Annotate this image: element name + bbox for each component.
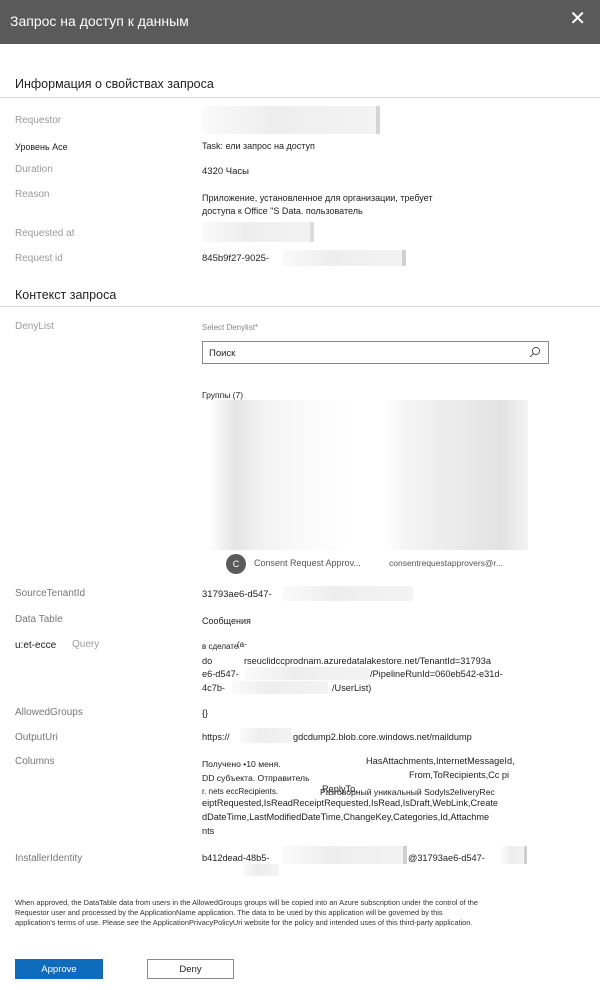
- query-line3b: /PipelineRunId=060eb542-e31d-: [370, 669, 503, 679]
- denylist-label: DenyList: [15, 321, 54, 332]
- installer-redacted: [502, 846, 524, 864]
- group-name: Consent Request Approv...: [254, 558, 361, 568]
- source-tenant-label: SourceTenantId: [15, 588, 86, 599]
- query-line1a: в сделате: [202, 642, 239, 651]
- group-email: consentrequestapprovers@r...: [389, 558, 503, 568]
- duration-value: 4320 Часы: [202, 166, 249, 177]
- request-id-redacted: [282, 250, 404, 266]
- query-label-b: Query: [72, 639, 100, 650]
- query-redacted: [232, 681, 328, 694]
- installer-identity-label: InstallerIdentity: [15, 853, 83, 864]
- installer-value-b: @31793ae6-d547-: [408, 853, 485, 863]
- approval-disclaimer: When approved, the DataTable data from u…: [15, 898, 479, 927]
- search-placeholder: Поиск: [209, 348, 236, 359]
- columns-line6: nts: [202, 826, 215, 836]
- columns-line2b: From,ToRecipients,Cc pi: [409, 770, 510, 780]
- requested-at-redacted: [202, 222, 312, 242]
- data-table-value: Сообщения: [202, 616, 251, 626]
- output-uri-redacted: [240, 728, 292, 743]
- output-uri-label: OutputUri: [15, 732, 58, 743]
- redaction-edge: [376, 106, 380, 134]
- close-icon[interactable]: ✕: [569, 9, 586, 29]
- avatar: C: [226, 554, 246, 574]
- columns-line4: eiptRequested,IsReadReceiptRequested,IsR…: [202, 798, 499, 808]
- select-denylist-label: Select Denylist*: [202, 323, 259, 332]
- divider: [0, 97, 600, 98]
- approve-button[interactable]: Approve: [15, 959, 103, 979]
- redaction-edge: [403, 846, 407, 864]
- query-redacted: [245, 667, 370, 680]
- columns-line1b: HasAttachments,InternetMessageId,: [366, 756, 515, 766]
- installer-redacted: [283, 846, 405, 864]
- requested-at-label: Requested at: [15, 228, 75, 239]
- reason-value-line1: Приложение, установленное для организаци…: [202, 193, 433, 203]
- context-section-title: Контекст запроса: [15, 288, 117, 302]
- deny-button[interactable]: Deny: [147, 959, 234, 979]
- installer-redacted: [243, 864, 279, 876]
- query-line2a: do: [202, 656, 213, 666]
- request-id-label: Request id: [15, 253, 63, 264]
- allowed-groups-value: {}: [202, 708, 209, 718]
- dialog-title: Запрос на доступ к данным: [10, 13, 189, 29]
- source-tenant-redacted: [283, 586, 413, 601]
- divider: [0, 306, 600, 307]
- search-input[interactable]: Поиск: [202, 341, 549, 364]
- search-icon[interactable]: [529, 346, 541, 358]
- request-id-value: 845b9f27-9025-: [202, 253, 270, 264]
- query-line3a: e6-d547-: [202, 669, 239, 679]
- source-tenant-value: 31793ae6-d547-: [202, 589, 272, 600]
- columns-label: Columns: [15, 756, 55, 767]
- query-line1b: (a-: [237, 640, 247, 649]
- groups-list-redacted: [210, 400, 528, 550]
- redaction-edge: [402, 250, 406, 266]
- level-value: Task: ели запрос на доступ: [202, 141, 315, 151]
- query-label-a: u:et-ecce: [15, 640, 57, 651]
- output-uri-suffix: gdcdump2.blob.core.windows.net/maildump: [293, 732, 472, 742]
- columns-line5: dDateTime,LastModifiedDateTime,ChangeKey…: [202, 812, 490, 822]
- redaction-edge: [310, 222, 314, 242]
- query-line4b: /UserList): [332, 683, 372, 693]
- duration-label: Duration: [15, 164, 53, 175]
- columns-line2a: DD субъекта. Отправитель: [202, 773, 310, 783]
- info-section-title: Информация о свойствах запроса: [15, 77, 214, 91]
- allowed-groups-label: AllowedGroups: [15, 707, 83, 718]
- group-list-item[interactable]: C Consent Request Approv... consentreque…: [226, 554, 526, 574]
- redaction-edge: [524, 846, 527, 864]
- columns-line1a: Получено •10 меня.: [202, 759, 281, 769]
- data-table-label: Data Table: [15, 614, 63, 625]
- output-uri-prefix: https://: [202, 732, 230, 742]
- level-label: Уровень Ace: [15, 142, 68, 152]
- requestor-value-redacted: [202, 106, 378, 134]
- reason-label: Reason: [15, 189, 50, 200]
- requestor-label: Requestor: [15, 115, 62, 126]
- reason-value-line2: доступа к Office "S Data. пользователь: [202, 206, 363, 216]
- dialog-header: Запрос на доступ к данным ✕: [0, 0, 600, 44]
- query-line4a: 4c7b-: [202, 683, 225, 693]
